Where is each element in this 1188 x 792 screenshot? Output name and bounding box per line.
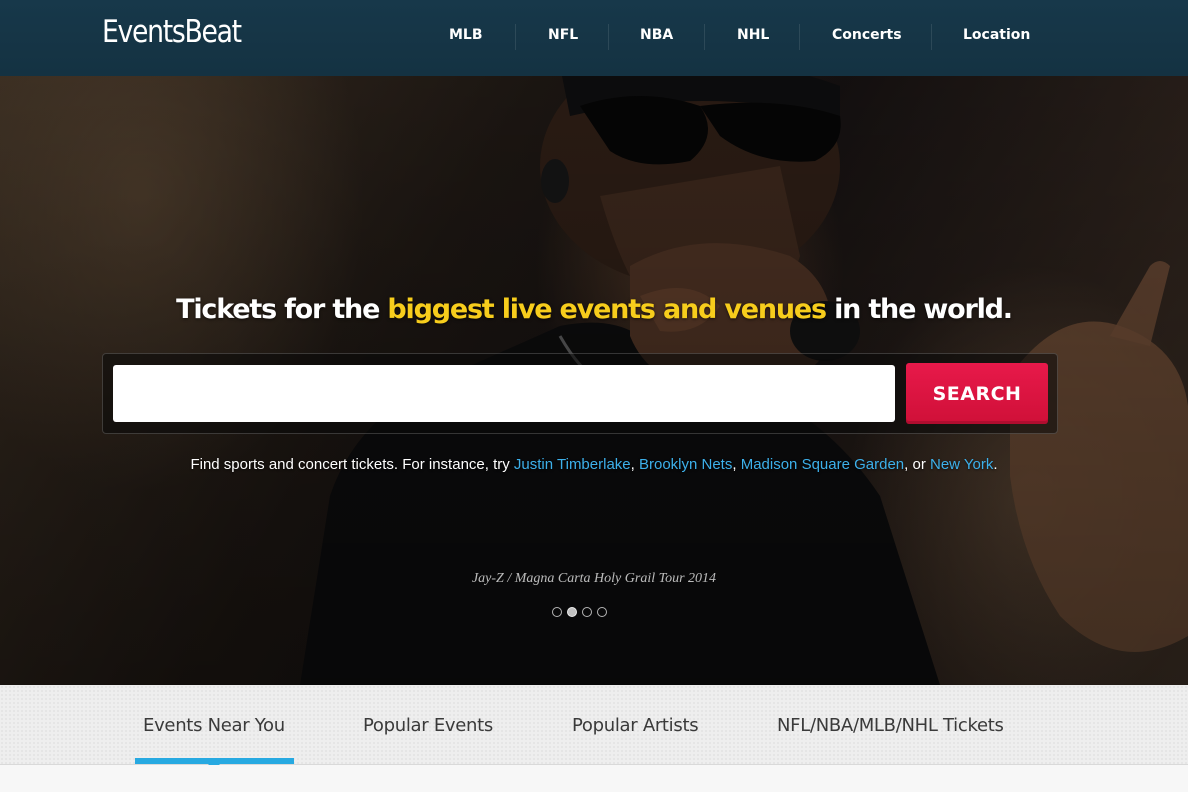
nav-item-location[interactable]: Location <box>963 27 1030 47</box>
suggestion-link-justin-timberlake[interactable]: Justin Timberlake <box>514 456 631 473</box>
search-button[interactable]: SEARCH <box>906 363 1048 424</box>
suggestion-link-madison-square-garden[interactable]: Madison Square Garden <box>741 456 904 473</box>
hero-headline: Tickets for the biggest live events and … <box>0 294 1188 325</box>
nav-item-nba[interactable]: NBA <box>640 27 673 47</box>
suggestion-separator: , or <box>904 456 930 473</box>
carousel-dot[interactable] <box>567 607 577 617</box>
suggestion-link-new-york[interactable]: New York <box>930 456 993 473</box>
search-panel: SEARCH <box>102 353 1058 434</box>
headline-text-start: Tickets for the <box>176 294 388 325</box>
carousel-dots <box>552 607 612 619</box>
tab-events-near-you[interactable]: Events Near You <box>143 715 285 739</box>
nav-divider <box>799 24 800 50</box>
tab-popular-artists[interactable]: Popular Artists <box>572 715 699 739</box>
photo-caption: Jay-Z / Magna Carta Holy Grail Tour 2014 <box>471 571 717 586</box>
suggestion-separator: , <box>732 456 741 473</box>
headline-text-end: in the world. <box>825 294 1013 325</box>
content-tabs: Events Near You Popular Events Popular A… <box>0 685 1188 770</box>
search-suggestions: Find sports and concert tickets. For ins… <box>0 456 1188 473</box>
nav-divider <box>608 24 609 50</box>
suggestion-suffix: . <box>993 456 998 473</box>
top-navigation-bar: EventsBeat MLB NFL NBA NHL Concerts Loca… <box>0 0 1188 76</box>
headline-highlight: biggest live events and venues <box>387 294 827 325</box>
suggestion-prefix: Find sports and concert tickets. For ins… <box>190 456 514 473</box>
nav-item-nhl[interactable]: NHL <box>737 27 769 47</box>
carousel-dot[interactable] <box>597 607 607 617</box>
nav-divider <box>704 24 705 50</box>
nav-item-nfl[interactable]: NFL <box>548 27 578 47</box>
main-nav: MLB NFL NBA NHL Concerts Location <box>0 0 1188 76</box>
tab-popular-events[interactable]: Popular Events <box>363 715 493 739</box>
carousel-dot[interactable] <box>582 607 592 617</box>
nav-divider <box>515 24 516 50</box>
hero-banner: Tickets for the biggest live events and … <box>0 76 1188 685</box>
suggestion-link-brooklyn-nets[interactable]: Brooklyn Nets <box>639 456 732 473</box>
search-input[interactable] <box>113 365 895 422</box>
nav-divider <box>931 24 932 50</box>
tab-league-tickets[interactable]: NFL/NBA/MLB/NHL Tickets <box>777 715 1004 739</box>
suggestion-separator: , <box>630 456 639 473</box>
nav-item-concerts[interactable]: Concerts <box>832 27 902 47</box>
nav-item-mlb[interactable]: MLB <box>449 27 483 47</box>
content-area <box>0 765 1188 792</box>
carousel-dot[interactable] <box>552 607 562 617</box>
